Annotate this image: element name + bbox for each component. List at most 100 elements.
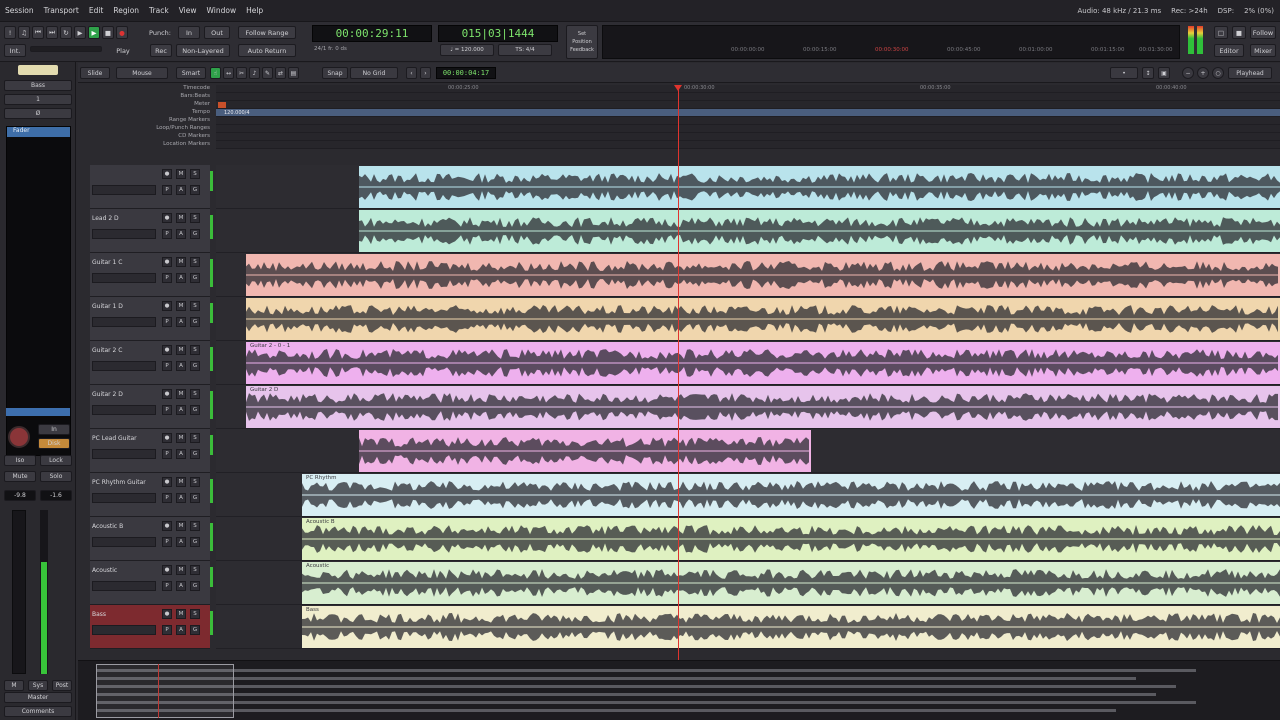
- track-header[interactable]: Guitar 2 D ● M S P A G: [90, 385, 210, 429]
- group-icon[interactable]: G: [190, 493, 200, 503]
- track-lane[interactable]: PC Rhythm: [216, 473, 1280, 517]
- mute-icon[interactable]: M: [176, 389, 186, 399]
- record-arm-icon[interactable]: ●: [162, 169, 172, 179]
- track-lane[interactable]: Guitar 2 D: [216, 385, 1280, 429]
- gain-display[interactable]: -9.8: [4, 490, 36, 501]
- solo-button[interactable]: Solo: [40, 471, 72, 482]
- ruler-loop-punch[interactable]: [216, 125, 1280, 133]
- audio-region[interactable]: Guitar 2 D: [246, 386, 1280, 428]
- automation-icon[interactable]: A: [176, 273, 186, 283]
- record-arm-icon[interactable]: ●: [162, 433, 172, 443]
- strip-name-button[interactable]: Bass: [4, 80, 72, 91]
- playhead[interactable]: [678, 85, 679, 660]
- record-button[interactable]: ●: [116, 26, 128, 39]
- playlist-icon[interactable]: P: [162, 537, 172, 547]
- automation-icon[interactable]: A: [176, 625, 186, 635]
- mute-icon[interactable]: M: [176, 257, 186, 267]
- nudge-forward-icon[interactable]: ›: [420, 67, 431, 79]
- record-arm-icon[interactable]: ●: [162, 257, 172, 267]
- zoom-focus-dropdown[interactable]: •: [1110, 67, 1138, 79]
- audio-region[interactable]: Guitar 2 - 0 - 1: [246, 342, 1280, 384]
- track-gain-slider[interactable]: [92, 449, 156, 459]
- record-arm-icon[interactable]: [8, 426, 30, 448]
- punch-in-button[interactable]: In: [178, 26, 200, 39]
- track-name[interactable]: PC Lead Guitar: [92, 435, 156, 445]
- int-sync-button[interactable]: Int.: [4, 44, 26, 57]
- automation-icon[interactable]: A: [176, 361, 186, 371]
- mute-icon[interactable]: M: [176, 521, 186, 531]
- audio-region[interactable]: Acoustic B: [302, 518, 1280, 560]
- snap-dropdown[interactable]: Snap: [322, 67, 348, 79]
- summary-pane[interactable]: [78, 660, 1280, 720]
- playhead-dropdown[interactable]: Playhead: [1228, 67, 1272, 79]
- track-header[interactable]: PC Lead Guitar ● M S P A G: [90, 429, 210, 473]
- mute-icon[interactable]: M: [176, 213, 186, 223]
- track-header[interactable]: Guitar 1 C ● M S P A G: [90, 253, 210, 297]
- solo-icon[interactable]: S: [190, 433, 200, 443]
- playlist-icon[interactable]: P: [162, 625, 172, 635]
- editor-mixer-toggle-icon[interactable]: □: [1214, 26, 1228, 39]
- content-tool-icon[interactable]: ▤: [288, 67, 299, 79]
- playlist-icon[interactable]: P: [162, 405, 172, 415]
- automation-icon[interactable]: A: [176, 449, 186, 459]
- automation-icon[interactable]: A: [176, 405, 186, 415]
- peak-display[interactable]: -1.6: [40, 490, 72, 501]
- menu-region[interactable]: Region: [108, 6, 144, 15]
- solo-icon[interactable]: S: [190, 169, 200, 179]
- window-toggle-icon[interactable]: ■: [1232, 26, 1246, 39]
- menu-transport[interactable]: Transport: [39, 6, 84, 15]
- mute-icon[interactable]: M: [176, 345, 186, 355]
- track-lane[interactable]: [216, 297, 1280, 341]
- group-icon[interactable]: G: [190, 229, 200, 239]
- automation-icon[interactable]: A: [176, 229, 186, 239]
- ruler-tempo[interactable]: 120.000/4: [216, 109, 1280, 117]
- solo-icon[interactable]: S: [190, 389, 200, 399]
- track-gain-slider[interactable]: [92, 361, 156, 371]
- audio-region[interactable]: [359, 210, 1280, 252]
- menu-view[interactable]: View: [174, 6, 202, 15]
- gain-fader[interactable]: [12, 510, 26, 674]
- audio-region[interactable]: [359, 430, 811, 472]
- meter-post-button[interactable]: Post: [52, 680, 72, 691]
- record-arm-icon[interactable]: ●: [162, 477, 172, 487]
- solo-icon[interactable]: S: [190, 609, 200, 619]
- loop-icon[interactable]: ↻: [60, 26, 72, 39]
- meter-marker[interactable]: [218, 102, 226, 108]
- meter-display[interactable]: TS: 4/4: [498, 44, 552, 56]
- goto-start-icon[interactable]: ⏮: [32, 26, 44, 39]
- solo-icon[interactable]: S: [190, 257, 200, 267]
- track-header[interactable]: Lead 2 D ● M S P A G: [90, 209, 210, 253]
- mute-icon[interactable]: M: [176, 433, 186, 443]
- track-header[interactable]: Bass ● M S P A G: [90, 605, 210, 649]
- group-icon[interactable]: G: [190, 317, 200, 327]
- nudge-clock[interactable]: 00:00:04:17: [436, 67, 496, 79]
- group-icon[interactable]: G: [190, 625, 200, 635]
- track-name[interactable]: Guitar 1 C: [92, 259, 156, 269]
- track-gain-slider[interactable]: [92, 493, 156, 503]
- save-icon[interactable]: ▣: [1158, 67, 1170, 79]
- lock-button[interactable]: Lock: [40, 455, 72, 466]
- track-header[interactable]: Guitar 1 D ● M S P A G: [90, 297, 210, 341]
- audio-region[interactable]: [359, 166, 1280, 208]
- track-name[interactable]: Bass: [92, 611, 156, 621]
- output-sys-button[interactable]: Sys: [28, 680, 48, 691]
- ruler-meter[interactable]: [216, 101, 1280, 109]
- grid-dropdown[interactable]: No Grid: [350, 67, 398, 79]
- follow-range-button[interactable]: Follow Range: [238, 26, 296, 39]
- zoom-session-icon[interactable]: ○: [1212, 67, 1224, 79]
- track-gain-slider[interactable]: [92, 581, 156, 591]
- auto-return-button[interactable]: Auto Return: [238, 44, 296, 57]
- zoom-out-icon[interactable]: −: [1182, 67, 1194, 79]
- track-gain-slider[interactable]: [92, 273, 156, 283]
- solo-icon[interactable]: S: [190, 301, 200, 311]
- track-name[interactable]: Acoustic: [92, 567, 156, 577]
- plugin-box[interactable]: Fader: [6, 126, 71, 456]
- edit-mode-dropdown[interactable]: Slide: [80, 67, 110, 79]
- solo-icon[interactable]: S: [190, 521, 200, 531]
- solo-icon[interactable]: S: [190, 565, 200, 575]
- mute-icon[interactable]: M: [176, 169, 186, 179]
- mute-icon[interactable]: M: [176, 301, 186, 311]
- playhead-marker-icon[interactable]: [674, 85, 682, 91]
- summary-view-rect[interactable]: [96, 664, 234, 718]
- draw-tool-icon[interactable]: ✎: [262, 67, 273, 79]
